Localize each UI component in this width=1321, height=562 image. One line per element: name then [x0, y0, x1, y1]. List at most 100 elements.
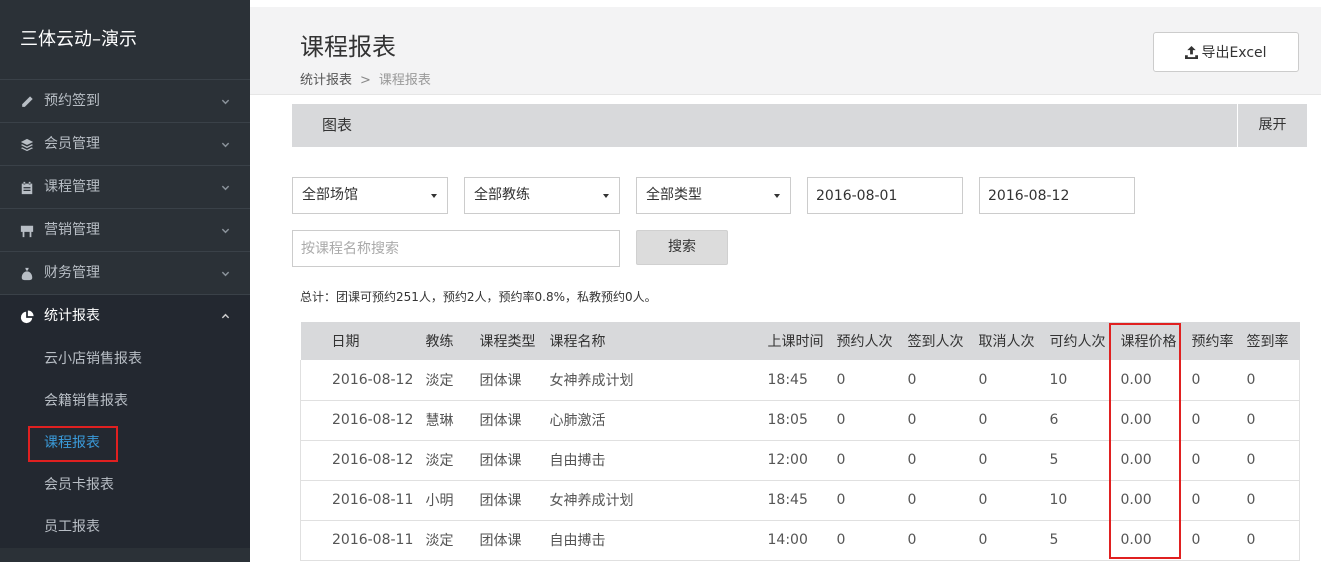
table-cell: 小明 — [425, 493, 454, 509]
table-cell: 0.00 — [1120, 532, 1152, 548]
table-cell: 0 — [836, 412, 846, 428]
sidebar-item-members[interactable]: 会员管理 — [0, 123, 250, 166]
venue-select-value: 全部场馆 — [302, 187, 358, 203]
table-cell: 2016-08-12 — [332, 412, 414, 428]
sidebar-item-finance[interactable]: 财务管理 — [0, 252, 250, 295]
submenu-item-store-sales[interactable]: 云小店销售报表 — [0, 338, 250, 380]
column-header: 可约人次 — [1049, 334, 1106, 350]
course-search-input[interactable] — [292, 230, 620, 267]
table-cell: 0 — [907, 492, 917, 508]
table-cell: 团体课 — [479, 533, 522, 549]
sidebar: 三体云动–演示 预约签到 会员管理 课程管理 营销管理 财务管理 统计报表 云小… — [0, 0, 250, 562]
table-cell: 0.00 — [1120, 452, 1152, 468]
column-header: 取消人次 — [978, 334, 1035, 350]
table-cell: 0 — [1191, 492, 1201, 508]
table-cell: 2016-08-12 — [332, 452, 414, 468]
table-cell: 14:00 — [767, 532, 808, 548]
table-cell: 0 — [1246, 452, 1256, 468]
calendar-icon — [19, 166, 35, 209]
app-title: 三体云动–演示 — [0, 0, 250, 80]
column-header: 预约率 — [1191, 334, 1234, 350]
chevron-down-icon — [221, 80, 230, 123]
expand-button[interactable]: 展开 — [1237, 104, 1307, 147]
submenu-item-membership-sales[interactable]: 会籍销售报表 — [0, 380, 250, 422]
column-header: 教练 — [425, 334, 454, 350]
table-cell: 10 — [1049, 492, 1068, 508]
table-cell: 0 — [1246, 532, 1256, 548]
venue-select[interactable]: 全部场馆 — [292, 177, 448, 214]
submenu-item-card-report[interactable]: 会员卡报表 — [0, 464, 250, 506]
sidebar-item-label: 财务管理 — [44, 265, 100, 281]
submenu-item-label: 云小店销售报表 — [44, 351, 142, 367]
table-cell: 0 — [836, 492, 846, 508]
submenu-item-course-report[interactable]: 课程报表 — [0, 422, 250, 464]
table-cell: 2016-08-12 — [332, 371, 414, 388]
table-cell: 团体课 — [479, 493, 522, 509]
table-cell: 0 — [1191, 532, 1201, 548]
sidebar-item-marketing[interactable]: 营销管理 — [0, 209, 250, 252]
caret-down-icon — [603, 194, 609, 198]
reports-submenu: 云小店销售报表 会籍销售报表 课程报表 会员卡报表 员工报表 — [0, 338, 250, 548]
table-cell: 18:05 — [767, 412, 808, 428]
table-cell: 0 — [978, 452, 988, 468]
chart-panel-title: 图表 — [322, 116, 353, 134]
chevron-down-icon — [221, 123, 230, 166]
table-cell: 18:45 — [767, 371, 808, 388]
sidebar-item-courses[interactable]: 课程管理 — [0, 166, 250, 209]
page-header: 课程报表 统计报表 > 课程报表 导出Excel — [250, 0, 1321, 95]
sidebar-item-label: 统计报表 — [44, 308, 100, 324]
type-select-value: 全部类型 — [646, 187, 702, 203]
table-row: 2016-08-12 淡定 团体课 女神养成计划 18:45 0 0 0 10 0.00 0 0 — [300, 360, 1300, 400]
start-date-input[interactable] — [807, 177, 963, 214]
column-header: 签到率 — [1246, 334, 1289, 350]
table-cell: 慧琳 — [425, 413, 454, 429]
chevron-up-icon — [221, 295, 230, 338]
table-cell: 淡定 — [425, 453, 454, 469]
money-bag-icon — [19, 252, 35, 295]
export-excel-button[interactable]: 导出Excel — [1153, 32, 1299, 72]
table-cell: 自由搏击 — [549, 453, 606, 469]
submenu-item-label: 会籍销售报表 — [44, 393, 128, 409]
table-cell: 0 — [836, 452, 846, 468]
table-cell: 18:45 — [767, 492, 808, 508]
table-row: 2016-08-12 淡定 团体课 自由搏击 12:00 0 0 0 5 0.00 0 0 — [300, 440, 1300, 480]
column-header: 上课时间 — [767, 334, 824, 350]
sidebar-item-reports[interactable]: 统计报表 — [0, 295, 250, 338]
breadcrumb-separator: > — [360, 73, 371, 88]
sidebar-item-label: 会员管理 — [44, 136, 100, 152]
highlight-box — [28, 426, 118, 462]
table-cell: 心肺激活 — [549, 413, 606, 429]
table-cell: 自由搏击 — [549, 533, 606, 549]
chevron-down-icon — [221, 252, 230, 295]
table-cell: 12:00 — [767, 452, 808, 468]
table-cell: 淡定 — [425, 533, 454, 549]
chevron-down-icon — [221, 209, 230, 252]
table-row: 2016-08-11 淡定 团体课 自由搏击 14:00 0 0 0 5 0.00 0 0 — [300, 520, 1300, 560]
table-cell: 0 — [1246, 492, 1256, 508]
breadcrumb-parent[interactable]: 统计报表 — [300, 73, 352, 88]
table-cell: 0 — [907, 532, 917, 548]
breadcrumb: 统计报表 > 课程报表 — [300, 69, 431, 88]
submenu-item-label: 会员卡报表 — [44, 477, 114, 493]
upload-icon — [1185, 45, 1199, 59]
pie-chart-icon — [19, 295, 35, 338]
table-cell: 团体课 — [479, 372, 522, 389]
table-cell: 0 — [836, 532, 846, 548]
table-cell: 0.00 — [1120, 371, 1152, 388]
table-cell: 6 — [1049, 412, 1059, 428]
search-button[interactable]: 搜索 — [636, 230, 728, 265]
submenu-item-staff-report[interactable]: 员工报表 — [0, 506, 250, 548]
end-date-input[interactable] — [979, 177, 1135, 214]
submenu-item-label: 员工报表 — [44, 519, 100, 535]
caret-down-icon — [774, 194, 780, 198]
layers-icon — [19, 123, 35, 166]
table-cell: 0 — [1246, 371, 1256, 388]
type-select[interactable]: 全部类型 — [636, 177, 791, 214]
table-cell: 团体课 — [479, 453, 522, 469]
coach-select[interactable]: 全部教练 — [464, 177, 620, 214]
sidebar-item-label: 营销管理 — [44, 222, 100, 238]
table-cell: 女神养成计划 — [549, 493, 634, 509]
sidebar-item-checkin[interactable]: 预约签到 — [0, 80, 250, 123]
table-cell: 0.00 — [1120, 412, 1152, 428]
page-title: 课程报表 — [300, 33, 396, 61]
